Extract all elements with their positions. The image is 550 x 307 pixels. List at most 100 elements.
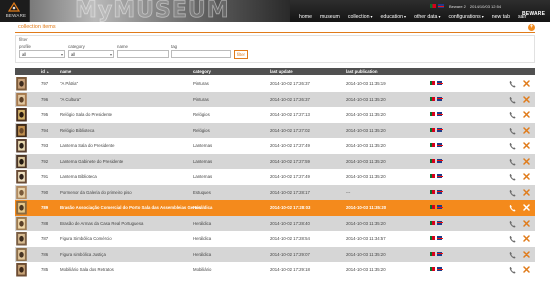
uk-flag-icon[interactable] xyxy=(437,112,443,116)
cell-name[interactable]: Mobiliário Sala dos Retratos xyxy=(60,267,114,272)
uk-flag-icon[interactable] xyxy=(437,174,443,178)
table-row[interactable]: 790 Pormenor da Galeria do primeiro piso E… xyxy=(15,184,535,200)
cell-name[interactable]: "A Cultura" xyxy=(60,97,81,102)
cell-name[interactable]: Lanterna Biblioteca xyxy=(60,174,97,179)
delete-x-icon[interactable] xyxy=(523,204,530,211)
delete-x-icon[interactable] xyxy=(523,173,530,180)
filter-button[interactable]: filter xyxy=(234,50,248,59)
table-row[interactable]: 787 Figura Simbólica Comércio Heráldica 201… xyxy=(15,231,535,247)
cell-name[interactable]: Brasão Associação Comercial do Porto Sal… xyxy=(60,205,201,210)
phone-handset-icon[interactable] xyxy=(509,235,516,243)
table-row[interactable]: 795 Relógio Sala do Presidente Relógios 201… xyxy=(15,107,535,123)
nav-item-education[interactable]: education▾ xyxy=(377,14,411,20)
item-thumbnail[interactable] xyxy=(16,77,27,91)
phone-handset-icon[interactable] xyxy=(509,220,516,228)
portugal-flag-icon[interactable] xyxy=(430,174,435,178)
nav-item-collection[interactable]: collection▾ xyxy=(344,14,377,20)
phone-handset-icon[interactable] xyxy=(509,127,516,135)
item-thumbnail[interactable] xyxy=(16,92,27,107)
uk-flag-icon[interactable] xyxy=(437,220,443,225)
table-row[interactable]: 785 Mobiliário Sala dos Retratos Mobiliári… xyxy=(15,262,535,278)
cell-name[interactable]: Figura Simbólica Comércio xyxy=(60,236,112,241)
brand-logo[interactable]: BEWARE xyxy=(0,0,30,22)
nav-item-configurations[interactable]: configurations▾ xyxy=(444,14,487,20)
nav-item-new-tab[interactable]: new tab xyxy=(488,14,514,20)
add-item-button[interactable]: + xyxy=(528,24,535,31)
table-row[interactable]: 788 Brasão de Armas da Casa Real Portugue… xyxy=(15,215,535,231)
portugal-flag-icon[interactable] xyxy=(430,143,435,147)
nav-item-home[interactable]: home xyxy=(295,14,316,20)
item-thumbnail[interactable] xyxy=(16,154,27,169)
portugal-flag-icon[interactable] xyxy=(430,112,435,116)
uk-flag-icon[interactable] xyxy=(437,81,443,85)
delete-x-icon[interactable] xyxy=(523,95,530,103)
table-row[interactable]: 793 Lanterna Sala do Presidente Lanternas 2… xyxy=(15,138,535,154)
phone-handset-icon[interactable] xyxy=(509,96,516,104)
cell-name[interactable]: Relógio Biblioteca xyxy=(60,128,94,133)
item-thumbnail[interactable] xyxy=(16,247,27,262)
delete-x-icon[interactable] xyxy=(523,80,530,87)
portugal-flag-icon[interactable] xyxy=(430,220,435,225)
delete-x-icon[interactable] xyxy=(523,250,530,258)
table-row[interactable]: 791 Lanterna Biblioteca Lanternas 2014-10-0… xyxy=(15,169,535,185)
cell-name[interactable]: Brasão de Armas da Casa Real Portuguesa xyxy=(60,221,143,226)
portugal-flag-icon[interactable] xyxy=(430,158,435,163)
portugal-flag-icon[interactable] xyxy=(430,4,436,8)
delete-x-icon[interactable] xyxy=(523,188,530,196)
table-row[interactable]: 794 Relógio Biblioteca Relógios 2014-10-02 … xyxy=(15,122,535,138)
uk-flag-icon[interactable] xyxy=(437,127,443,132)
portugal-flag-icon[interactable] xyxy=(430,127,435,132)
cell-name[interactable]: Lanterna Sala do Presidente xyxy=(60,143,114,148)
cell-name[interactable]: Figura simbólica Justiça xyxy=(60,252,106,257)
item-thumbnail[interactable] xyxy=(16,123,27,138)
phone-handset-icon[interactable] xyxy=(509,204,516,212)
portugal-flag-icon[interactable] xyxy=(430,205,435,209)
phone-handset-icon[interactable] xyxy=(509,158,516,166)
delete-x-icon[interactable] xyxy=(523,266,530,273)
item-thumbnail[interactable] xyxy=(16,216,27,231)
item-thumbnail[interactable] xyxy=(16,263,27,277)
nav-item-museum[interactable]: museum xyxy=(316,14,344,20)
cell-name[interactable]: Pormenor da Galeria do primeiro piso xyxy=(60,190,132,195)
uk-flag-icon[interactable] xyxy=(437,236,443,240)
phone-handset-icon[interactable] xyxy=(509,142,516,150)
table-row[interactable]: 796 "A Cultura" Pinturas 2014-10-02 17:26:3… xyxy=(15,91,535,107)
table-row[interactable]: 792 Lanterna Gabinete do Presidente Lanter… xyxy=(15,153,535,169)
uk-flag-icon[interactable] xyxy=(437,143,443,147)
item-thumbnail[interactable] xyxy=(16,170,27,184)
uk-flag-icon[interactable] xyxy=(437,158,443,163)
phone-handset-icon[interactable] xyxy=(509,80,516,88)
column-last-update-header[interactable]: last update xyxy=(270,69,293,74)
phone-handset-icon[interactable] xyxy=(509,266,516,274)
nav-item-other-data[interactable]: other data▾ xyxy=(410,14,444,20)
uk-flag-icon[interactable] xyxy=(437,251,443,256)
table-row[interactable]: 786 Figura simbólica Justiça Heráldica 2014… xyxy=(15,246,535,262)
name-input[interactable] xyxy=(117,50,169,58)
cell-name[interactable]: "A Pátria" xyxy=(60,81,78,86)
delete-x-icon[interactable] xyxy=(523,111,530,118)
portugal-flag-icon[interactable] xyxy=(430,251,435,256)
column-last-publication-header[interactable]: last publication xyxy=(346,69,378,74)
portugal-flag-icon[interactable] xyxy=(430,189,435,194)
portugal-flag-icon[interactable] xyxy=(430,81,435,85)
item-thumbnail[interactable] xyxy=(16,232,27,246)
phone-handset-icon[interactable] xyxy=(509,189,516,197)
delete-x-icon[interactable] xyxy=(523,142,530,149)
column-id-header[interactable]: id ▲ xyxy=(41,69,50,74)
uk-flag-icon[interactable] xyxy=(437,96,443,101)
uk-flag-icon[interactable] xyxy=(437,205,443,209)
cell-name[interactable]: Relógio Sala do Presidente xyxy=(60,112,112,117)
item-thumbnail[interactable] xyxy=(16,108,27,122)
item-thumbnail[interactable] xyxy=(16,201,27,215)
delete-x-icon[interactable] xyxy=(523,126,530,134)
item-thumbnail[interactable] xyxy=(16,185,27,200)
uk-flag-icon[interactable] xyxy=(437,189,443,194)
cell-name[interactable]: Lanterna Gabinete do Presidente xyxy=(60,159,123,164)
phone-handset-icon[interactable] xyxy=(509,251,516,259)
column-name-header[interactable]: name xyxy=(60,69,71,74)
delete-x-icon[interactable] xyxy=(523,157,530,165)
uk-flag-icon[interactable] xyxy=(438,4,444,8)
table-row[interactable]: 789 Brasão Associação Comercial do Porto … xyxy=(15,200,535,216)
delete-x-icon[interactable] xyxy=(523,219,530,227)
delete-x-icon[interactable] xyxy=(523,235,530,242)
